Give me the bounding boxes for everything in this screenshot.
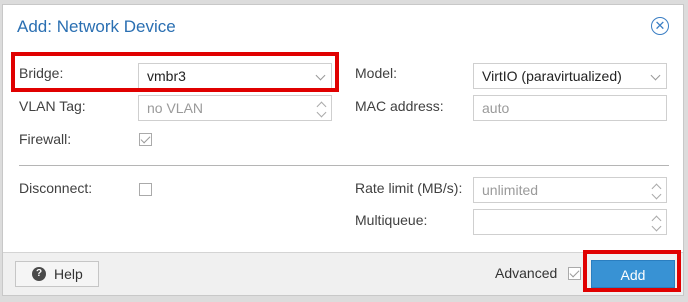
- help-label: Help: [54, 266, 83, 282]
- bridge-select[interactable]: vmbr3: [138, 63, 332, 89]
- spin-down-icon[interactable]: [316, 107, 327, 118]
- spin-down-icon[interactable]: [651, 221, 662, 232]
- vlan-tag-value: no VLAN: [147, 100, 204, 116]
- model-select[interactable]: VirtIO (paravirtualized): [473, 63, 667, 89]
- bridge-label: Bridge:: [19, 65, 64, 81]
- rate-limit-label: Rate limit (MB/s):: [355, 180, 463, 196]
- model-dropdown-trigger[interactable]: [644, 64, 666, 88]
- help-button[interactable]: ? Help: [15, 261, 99, 287]
- advanced-label: Advanced: [495, 265, 558, 281]
- dialog-title: Add: Network Device: [17, 17, 176, 36]
- firewall-label: Firewall:: [19, 131, 72, 147]
- spin-down-icon[interactable]: [651, 189, 662, 200]
- bridge-dropdown-trigger[interactable]: [309, 64, 331, 88]
- model-value: VirtIO (paravirtualized): [482, 68, 622, 84]
- network-device-dialog: Add: Network Device ✕ Bridge: vmbr3 VLAN…: [2, 4, 684, 296]
- mac-address-input[interactable]: auto: [473, 95, 667, 121]
- firewall-checkbox[interactable]: [139, 133, 152, 146]
- mac-address-label: MAC address:: [355, 98, 444, 114]
- model-label: Model:: [355, 65, 398, 81]
- advanced-checkbox[interactable]: [568, 267, 581, 280]
- rate-limit-input[interactable]: unlimited: [473, 177, 667, 203]
- vlan-tag-input[interactable]: no VLAN: [138, 95, 332, 121]
- section-divider: [19, 165, 669, 166]
- vlan-tag-label: VLAN Tag:: [19, 98, 86, 114]
- checkmark-icon: [140, 133, 151, 144]
- rate-limit-value: unlimited: [482, 182, 539, 198]
- close-icon[interactable]: ✕: [651, 17, 669, 35]
- chevron-down-icon: [650, 70, 661, 81]
- add-button[interactable]: Add: [591, 260, 675, 288]
- bridge-value: vmbr3: [147, 68, 186, 84]
- disconnect-label: Disconnect:: [19, 180, 93, 196]
- dialog-footer: ? Help Advanced Add: [3, 252, 683, 295]
- disconnect-checkbox[interactable]: [139, 183, 152, 196]
- multiqueue-label: Multiqueue:: [355, 212, 428, 228]
- multiqueue-input[interactable]: [473, 209, 667, 235]
- mac-address-value: auto: [482, 100, 510, 116]
- help-icon: ?: [32, 267, 46, 281]
- checkmark-icon: [569, 267, 580, 278]
- chevron-down-icon: [315, 70, 326, 81]
